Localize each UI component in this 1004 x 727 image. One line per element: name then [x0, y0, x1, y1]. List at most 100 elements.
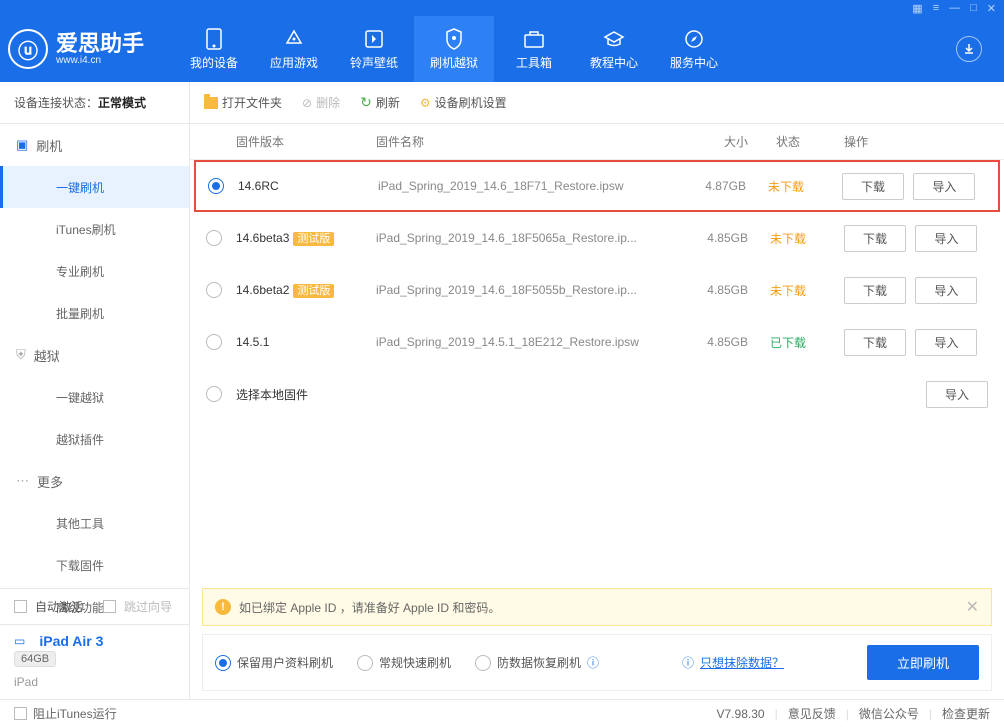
device-type: iPad [14, 675, 38, 689]
status-value: 正常模式 [98, 94, 146, 111]
firmware-row[interactable]: 14.6beta3测试版 iPad_Spring_2019_14.6_18F50… [190, 212, 1004, 264]
feedback-link[interactable]: 意见反馈 [788, 705, 836, 722]
beta-tag: 测试版 [293, 284, 334, 298]
toolbar: 设备连接状态： 正常模式 打开文件夹 ⊘ 删除 ↻ 刷新 ⚙ 设备刷机设置 [0, 82, 1004, 124]
version-label: V7.98.30 [717, 707, 765, 721]
radio-icon [475, 655, 491, 671]
import-button[interactable]: 导入 [915, 329, 977, 356]
nav-label: 刷机越狱 [430, 54, 478, 71]
option-normal-flash[interactable]: 常规快速刷机 [357, 654, 451, 671]
titlebar-minimize-icon[interactable]: — [949, 2, 960, 14]
action-label: 设备刷机设置 [435, 94, 507, 111]
warning-icon: ! [215, 599, 231, 615]
check-update-link[interactable]: 检查更新 [942, 705, 990, 722]
firmware-size: 4.85GB [668, 335, 748, 349]
flash-settings-button[interactable]: ⚙ 设备刷机设置 [420, 94, 507, 111]
flash-options: 保留用户资料刷机 常规快速刷机 防数据恢复刷机 ⓘ ⓘ 只想抹除数据？ 立即刷机 [202, 634, 992, 691]
nav-flash-jailbreak[interactable]: 刷机越狱 [414, 16, 494, 82]
folder-icon [204, 97, 218, 109]
nav-apps[interactable]: 应用游戏 [254, 16, 334, 82]
download-button[interactable]: 下载 [844, 225, 906, 252]
sidebar-one-click-jailbreak[interactable]: 一键越狱 [0, 376, 189, 418]
radio-icon[interactable] [206, 334, 222, 350]
sidebar-section-jailbreak[interactable]: ⛨ 越狱 [0, 334, 189, 376]
sidebar-jailbreak-plugins[interactable]: 越狱插件 [0, 418, 189, 460]
nav-toolbox[interactable]: 工具箱 [494, 16, 574, 82]
firmware-row[interactable]: 14.6RC iPad_Spring_2019_14.6_18F71_Resto… [194, 160, 1000, 212]
beta-tag: 测试版 [293, 232, 334, 246]
radio-icon [215, 655, 231, 671]
block-itunes-checkbox[interactable] [14, 707, 27, 720]
radio-icon[interactable] [206, 386, 222, 402]
radio-icon[interactable] [208, 178, 224, 194]
download-manager-button[interactable] [956, 36, 982, 62]
download-button[interactable]: 下载 [844, 329, 906, 356]
nav-service[interactable]: 服务中心 [654, 16, 734, 82]
sidebar-batch-flash[interactable]: 批量刷机 [0, 292, 189, 334]
phone-icon [203, 28, 225, 50]
erase-data-link[interactable]: 只想抹除数据？ [700, 654, 784, 671]
download-button[interactable]: 下载 [842, 173, 904, 200]
nav-my-device[interactable]: 我的设备 [174, 16, 254, 82]
import-button[interactable]: 导入 [915, 225, 977, 252]
skip-wizard-checkbox[interactable] [103, 600, 116, 613]
firmware-table-header: 固件版本 固件名称 大小 状态 操作 [190, 124, 1004, 160]
titlebar-menu-icon[interactable]: ≡ [933, 2, 939, 14]
firmware-row-local[interactable]: 选择本地固件 导入 [190, 368, 1004, 420]
flash-now-button[interactable]: 立即刷机 [867, 645, 979, 680]
sidebar-download-firmware[interactable]: 下载固件 [0, 544, 189, 586]
main-area: ▣ 刷机 一键刷机 iTunes刷机 专业刷机 批量刷机 ⛨ 越狱 一键越狱 越… [0, 124, 1004, 699]
titlebar-maximize-icon[interactable]: □ [970, 2, 977, 14]
sidebar-section-more[interactable]: ⋯ 更多 [0, 460, 189, 502]
graduation-icon [603, 28, 625, 50]
flash-icon: ▣ [16, 137, 28, 153]
firmware-size: 4.85GB [668, 283, 748, 297]
col-name: 固件名称 [376, 133, 668, 150]
titlebar-grid-icon[interactable]: ▦ [912, 2, 922, 15]
info-icon: ⓘ [682, 654, 694, 671]
radio-icon[interactable] [206, 230, 222, 246]
logo[interactable]: ⓤ 爱思助手 www.i4.cn [8, 29, 144, 69]
option-anti-recovery[interactable]: 防数据恢复刷机 ⓘ [475, 654, 599, 671]
radio-icon[interactable] [206, 282, 222, 298]
delete-button[interactable]: ⊘ 删除 [302, 94, 340, 111]
nav-ringtone[interactable]: 铃声壁纸 [334, 16, 414, 82]
import-button[interactable]: 导入 [915, 277, 977, 304]
window-titlebar: ▦ ≡ — □ ✕ [0, 0, 1004, 16]
download-button[interactable]: 下载 [844, 277, 906, 304]
info-icon[interactable]: ⓘ [587, 654, 599, 671]
sidebar-one-click-flash[interactable]: 一键刷机 [0, 166, 189, 208]
sidebar-section-flash[interactable]: ▣ 刷机 [0, 124, 189, 166]
device-name[interactable]: iPad Air 3 [39, 633, 103, 649]
firmware-row[interactable]: 14.6beta2测试版 iPad_Spring_2019_14.6_18F50… [190, 264, 1004, 316]
titlebar-close-icon[interactable]: ✕ [987, 2, 996, 15]
nav-label: 服务中心 [670, 54, 718, 71]
apple-id-notice: ! 如已绑定 Apple ID ，请准备好 Apple ID 和密码。 ✕ [202, 588, 992, 626]
firmware-status: 未下载 [746, 178, 826, 195]
nav-label: 应用游戏 [270, 54, 318, 71]
sidebar-pro-flash[interactable]: 专业刷机 [0, 250, 189, 292]
import-button[interactable]: 导入 [913, 173, 975, 200]
sidebar-itunes-flash[interactable]: iTunes刷机 [0, 208, 189, 250]
firmware-status: 未下载 [748, 282, 828, 299]
auto-activate-checkbox[interactable] [14, 600, 27, 613]
wechat-link[interactable]: 微信公众号 [859, 705, 919, 722]
sidebar-other-tools[interactable]: 其他工具 [0, 502, 189, 544]
radio-icon [357, 655, 373, 671]
refresh-button[interactable]: ↻ 刷新 [360, 94, 400, 111]
block-itunes-label: 阻止iTunes运行 [33, 705, 117, 722]
firmware-row[interactable]: 14.5.1 iPad_Spring_2019_14.5.1_18E212_Re… [190, 316, 1004, 368]
section-label: 越狱 [34, 346, 60, 365]
nav-tutorial[interactable]: 教程中心 [574, 16, 654, 82]
col-status: 状态 [748, 133, 828, 150]
notice-text: 如已绑定 Apple ID ，请准备好 Apple ID 和密码。 [239, 599, 500, 616]
gear-icon: ⚙ [420, 96, 431, 110]
refresh-icon: ↻ [360, 94, 372, 111]
open-folder-button[interactable]: 打开文件夹 [204, 94, 282, 111]
import-button[interactable]: 导入 [926, 381, 988, 408]
firmware-version: 14.5.1 [236, 335, 269, 349]
option-keep-data[interactable]: 保留用户资料刷机 [215, 654, 333, 671]
firmware-status: 未下载 [748, 230, 828, 247]
notice-close-icon[interactable]: ✕ [966, 597, 979, 617]
logo-subtitle: www.i4.cn [56, 55, 144, 66]
